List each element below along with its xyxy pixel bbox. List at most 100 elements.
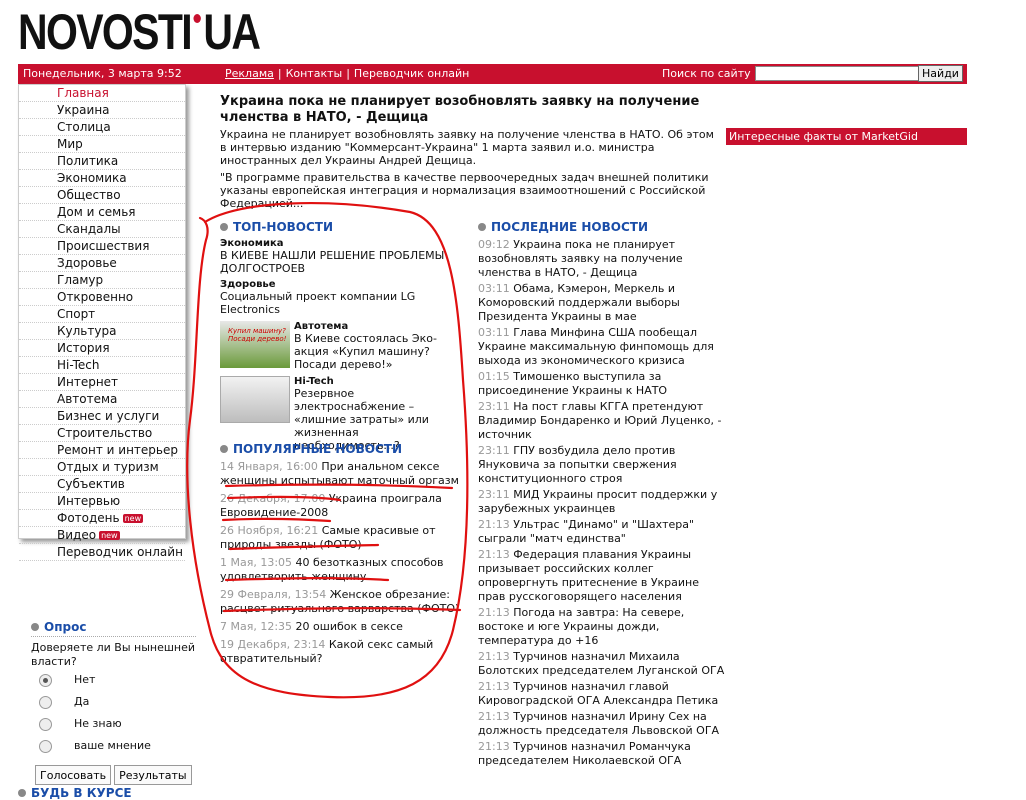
sidebar-item[interactable]: Культура [19, 323, 185, 340]
current-date: Понедельник, 3 марта 9:52 [23, 67, 182, 80]
popular-news-item[interactable]: 1 Мая, 13:05 40 безотказных способов удо… [220, 556, 465, 584]
sidebar-item[interactable]: Дом и семья [19, 204, 185, 221]
latest-news-item[interactable]: 23:11 На пост главы КГГА претендуют Влад… [478, 400, 728, 442]
news-time: 09:12 [478, 238, 510, 251]
news-category[interactable]: Здоровье [220, 279, 452, 290]
marketgid-banner[interactable]: Интересные факты от MarketGid [726, 128, 967, 145]
sidebar-item[interactable]: Откровенно [19, 289, 185, 306]
popular-news-item[interactable]: 14 Января, 16:00 При анальном сексе женщ… [220, 460, 465, 488]
news-text[interactable]: Ультрас "Динамо" и "Шахтера" сыграли "ма… [478, 518, 694, 545]
sidebar-item[interactable]: Главная [19, 85, 185, 102]
top-news-item[interactable]: Здоровье Социальный проект компании LG E… [220, 279, 452, 316]
sidebar-item[interactable]: Отдых и туризм [19, 459, 185, 476]
latest-news-item[interactable]: 21:13 Турчинов назначил Ирину Сех на дол… [478, 710, 728, 738]
news-text[interactable]: Федерация плавания Украины призывает рос… [478, 548, 699, 603]
sidebar-item[interactable]: История [19, 340, 185, 357]
news-text[interactable]: МИД Украины просит поддержки у зарубежны… [478, 488, 717, 515]
link-advertising[interactable]: Реклама [225, 67, 274, 80]
sidebar-item[interactable]: Ремонт и интерьер [19, 442, 185, 459]
latest-news-item[interactable]: 21:13 Федерация плавания Украины призыва… [478, 548, 728, 604]
news-text[interactable]: В Киеве состоялась Эко-акция «Купил маши… [294, 332, 452, 371]
popular-news-item[interactable]: 7 Мая, 12:35 20 ошибок в сексе [220, 620, 465, 634]
latest-news-item[interactable]: 03:11 Глава Минфина США пообещал Украине… [478, 326, 728, 368]
car-tree-thumbnail[interactable]: Купил машину? Посади дерево! [220, 321, 290, 368]
sidebar-item-label: Культура [57, 324, 117, 338]
search-button[interactable]: Найди [918, 65, 963, 82]
sidebar-item[interactable]: Экономика [19, 170, 185, 187]
top-news-item[interactable]: Экономика В КИЕВЕ НАШЛИ РЕШЕНИЕ ПРОБЛЕМЫ… [220, 238, 452, 275]
news-text[interactable]: Социальный проект компании LG Electronic… [220, 290, 452, 316]
popular-news-item[interactable]: 26 Ноября, 16:21 Самые красивые от приро… [220, 524, 465, 552]
generator-thumbnail[interactable] [220, 376, 290, 423]
radio-button[interactable] [39, 717, 52, 731]
sidebar-item[interactable]: Происшествия [19, 238, 185, 255]
news-text[interactable]: Турчинов назначил Михаила Болотских пред… [478, 650, 724, 677]
sidebar-item[interactable]: Субъектив [19, 476, 185, 493]
sidebar-item[interactable]: Автотема [19, 391, 185, 408]
latest-news-item[interactable]: 21:13 Турчинов назначил главой Кировогра… [478, 680, 728, 708]
bullet-icon [220, 223, 228, 231]
sidebar-item[interactable]: Здоровье [19, 255, 185, 272]
latest-news-item[interactable]: 01:15 Тимошенко выступила за присоединен… [478, 370, 728, 398]
popular-news-item[interactable]: 19 Декабря, 23:14 Какой секс самый отвра… [220, 638, 465, 666]
sidebar-item-label: Гламур [57, 273, 104, 287]
latest-news-item[interactable]: 21:13 Погода на завтра: На севере, восто… [478, 606, 728, 648]
sidebar-item[interactable]: Строительство [19, 425, 185, 442]
sidebar-item[interactable]: Переводчик онлайн [19, 544, 185, 561]
poll-option[interactable]: ваше мнение [31, 735, 196, 757]
news-category[interactable]: Hi-Tech [294, 376, 452, 387]
sidebar-item[interactable]: Столица [19, 119, 185, 136]
stay-informed-title: БУДЬ В КУРСЕ [18, 786, 132, 800]
sidebar-item[interactable]: Общество [19, 187, 185, 204]
radio-button[interactable] [39, 673, 52, 687]
sidebar-item[interactable]: Hi-Tech [19, 357, 185, 374]
sidebar-item[interactable]: Видео new [19, 527, 185, 544]
latest-news-item[interactable]: 03:11 Обама, Кэмерон, Меркель и Коморовс… [478, 282, 728, 324]
news-category[interactable]: Автотема [294, 321, 452, 332]
latest-news-item[interactable]: 23:11 ГПУ возбудила дело против Янукович… [478, 444, 728, 486]
radio-button[interactable] [39, 739, 52, 753]
new-badge: new [122, 514, 144, 523]
link-translator[interactable]: Переводчик онлайн [354, 67, 469, 80]
poll-option[interactable]: Да [31, 691, 196, 713]
news-text[interactable]: Турчинов назначил Романчука председателе… [478, 740, 691, 767]
sidebar-item[interactable]: Политика [19, 153, 185, 170]
news-text[interactable]: Глава Минфина США пообещал Украине макси… [478, 326, 714, 367]
news-text[interactable]: На пост главы КГГА претендуют Владимир Б… [478, 400, 722, 441]
news-text[interactable]: Турчинов назначил главой Кировоградской … [478, 680, 718, 707]
news-category[interactable]: Экономика [220, 238, 452, 249]
top-news-item[interactable]: Hi-Tech Резервное электроснабжение – «ли… [220, 376, 452, 452]
sidebar-item[interactable]: Гламур [19, 272, 185, 289]
main-headline[interactable]: Украина пока не планирует возобновлять з… [220, 94, 700, 126]
popular-news-item[interactable]: 29 Февраля, 13:54 Женское обрезание: рас… [220, 588, 465, 616]
sidebar-item[interactable]: Мир [19, 136, 185, 153]
news-text[interactable]: Турчинов назначил Ирину Сех на должность… [478, 710, 719, 737]
poll-option[interactable]: Нет [31, 669, 196, 691]
latest-news-item[interactable]: 23:11 МИД Украины просит поддержки у зар… [478, 488, 728, 516]
link-contacts[interactable]: Контакты [286, 67, 343, 80]
sidebar-item-label: Интервью [57, 494, 121, 508]
news-text[interactable]: В КИЕВЕ НАШЛИ РЕШЕНИЕ ПРОБЛЕМЫ ДОЛГОСТРО… [220, 249, 452, 275]
latest-news-item[interactable]: 21:13 Турчинов назначил Михаила Болотски… [478, 650, 728, 678]
site-logo[interactable]: NOVOSTI UA [18, 4, 261, 60]
sidebar-item-label: Дом и семья [57, 205, 136, 219]
sidebar-item[interactable]: Спорт [19, 306, 185, 323]
latest-news-item[interactable]: 09:12 Украина пока не планирует возобнов… [478, 238, 728, 280]
top-news-item[interactable]: Купил машину? Посади дерево! Автотема В … [220, 321, 452, 371]
vote-button[interactable]: Голосовать [35, 765, 112, 785]
latest-news-item[interactable]: 21:13 Турчинов назначил Романчука предсе… [478, 740, 728, 768]
sidebar-item[interactable]: Интервью [19, 493, 185, 510]
radio-button[interactable] [39, 695, 52, 709]
sidebar-item[interactable]: Фотодень new [19, 510, 185, 527]
sidebar-item[interactable]: Украина [19, 102, 185, 119]
poll-option[interactable]: Не знаю [31, 713, 196, 735]
sidebar-item[interactable]: Бизнес и услуги [19, 408, 185, 425]
news-text[interactable]: 20 ошибок в сексе [296, 620, 403, 633]
sidebar-item[interactable]: Скандалы [19, 221, 185, 238]
news-time: 01:15 [478, 370, 510, 383]
latest-news-item[interactable]: 21:13 Ультрас "Динамо" и "Шахтера" сыгра… [478, 518, 728, 546]
results-button[interactable]: Результаты [114, 765, 192, 785]
search-input[interactable] [755, 66, 919, 81]
sidebar-item[interactable]: Интернет [19, 374, 185, 391]
popular-news-item[interactable]: 26 Декабря, 17:00 Украина проиграла Евро… [220, 492, 465, 520]
